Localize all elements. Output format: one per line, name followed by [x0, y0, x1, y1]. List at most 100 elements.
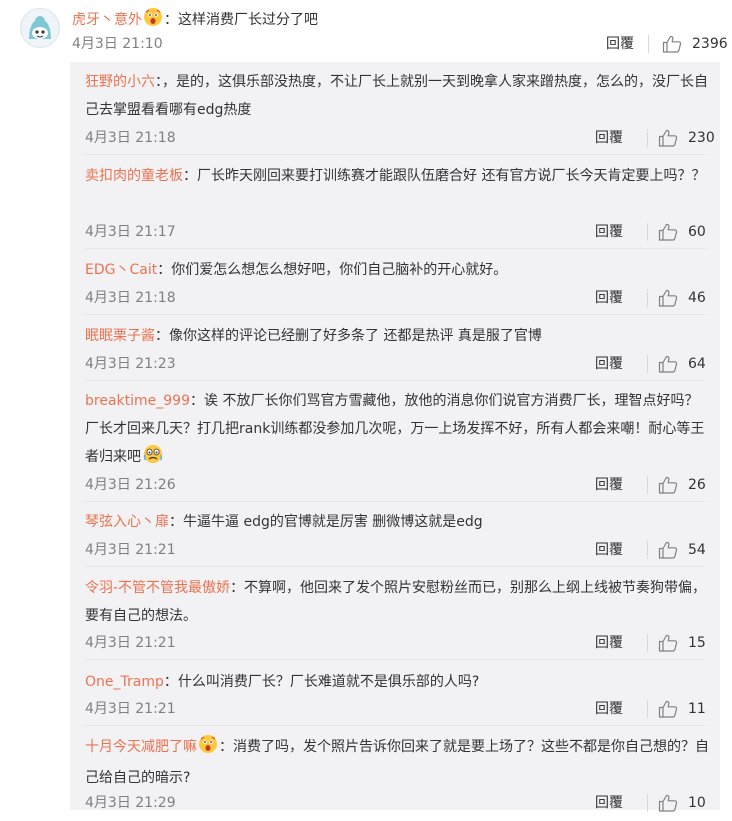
- reply-button[interactable]: 回覆: [595, 354, 623, 374]
- reply-text: ：你们爱怎么想怎么想好吧，你们自己脑补的开心就好。: [157, 262, 508, 278]
- reply-item: 卖扣肉的童老板：厂长昨天刚回来要打训练赛才能跟队伍磨合好 还有官方说厂长今天肯定…: [70, 162, 720, 250]
- timestamp: 4月3日 21:18: [85, 130, 176, 146]
- thumbs-up-icon: [658, 541, 678, 559]
- username-link[interactable]: breaktime_999: [85, 393, 190, 409]
- like-button[interactable]: 11: [658, 699, 706, 719]
- action-divider: [647, 476, 648, 494]
- avatar-image: [29, 16, 51, 39]
- action-divider: [647, 223, 648, 241]
- username-link[interactable]: One_Tramp: [85, 674, 164, 690]
- thumbs-up-icon: [658, 794, 678, 812]
- reply-item: 眠眠栗子酱：像你这样的评论已经删了好多条了 还都是热评 真是服了官博 4月3日 2…: [70, 322, 720, 382]
- like-button[interactable]: 64: [658, 354, 706, 374]
- username-link[interactable]: 狂野的小六: [85, 74, 155, 90]
- thumbs-up-icon: [658, 223, 678, 241]
- thumbs-up-icon: [662, 35, 682, 53]
- like-button[interactable]: 60: [658, 222, 706, 242]
- like-count: 230: [688, 130, 715, 146]
- like-count: 46: [688, 290, 706, 306]
- reply-divider: [85, 659, 705, 660]
- username-link[interactable]: EDG丶Cait: [85, 262, 157, 278]
- reply-text-line: 琴弦入心丶扉：牛逼牛逼 edg的官博就是厉害 删微博这就是edg: [85, 508, 710, 536]
- reply-text: ：牛逼牛逼 edg的官博就是厉害 删微博这就是edg: [169, 514, 483, 530]
- like-button[interactable]: 26: [658, 475, 706, 495]
- reply-text-line: One_Tramp：什么叫消费厂长？厂长难道就不是俱乐部的人吗?: [85, 668, 710, 696]
- crying-face-icon: [142, 444, 164, 474]
- reply-divider: [85, 248, 705, 249]
- reply-divider: [85, 725, 705, 726]
- timestamp: 4月3日 21:18: [85, 290, 176, 306]
- reply-text-line: EDG丶Cait：你们爱怎么想怎么想好吧，你们自己脑补的开心就好。: [85, 256, 710, 284]
- reply-text-line: 狂野的小六：，是的，这俱乐部没热度，不让厂长上就别一天到晚拿人家来蹭热度，怎么的…: [85, 68, 710, 124]
- username-link[interactable]: 琴弦入心丶扉: [85, 514, 169, 530]
- timestamp: 4月3日 21:10: [72, 36, 163, 52]
- username-link[interactable]: 卖扣肉的童老板: [85, 168, 183, 184]
- reply-text-line: 卖扣肉的童老板：厂长昨天刚回来要打训练赛才能跟队伍磨合好 还有官方说厂长今天肯定…: [85, 162, 710, 190]
- reply-item: 琴弦入心丶扉：牛逼牛逼 edg的官博就是厉害 删微博这就是edg 4月3日 21:…: [70, 508, 720, 568]
- username-link[interactable]: 十月今天减肥了嘛: [85, 739, 197, 755]
- like-button[interactable]: 54: [658, 540, 706, 560]
- action-divider: [647, 634, 648, 652]
- timestamp: 4月3日 21:21: [85, 542, 176, 558]
- reply-button[interactable]: 回覆: [595, 128, 623, 148]
- reply-item: 狂野的小六：，是的，这俱乐部没热度，不让厂长上就别一天到晚拿人家来蹭热度，怎么的…: [70, 68, 720, 156]
- reply-text: ：厂长昨天刚回来要打训练赛才能跟队伍磨合好 还有官方说厂长今天肯定要上吗？？: [183, 168, 706, 184]
- username-link[interactable]: 眠眠栗子酱: [85, 328, 155, 344]
- like-count: 15: [688, 635, 706, 651]
- like-count: 26: [688, 477, 706, 493]
- like-button[interactable]: 46: [658, 288, 706, 308]
- like-count: 60: [688, 224, 706, 240]
- timestamp: 4月3日 21:26: [85, 477, 176, 493]
- replies-panel: 狂野的小六：，是的，这俱乐部没热度，不让厂长上就别一天到晚拿人家来蹭热度，怎么的…: [70, 62, 720, 812]
- like-count: 11: [688, 701, 706, 717]
- reply-button[interactable]: 回覆: [595, 288, 623, 308]
- action-divider: [647, 355, 648, 373]
- like-button[interactable]: 15: [658, 633, 706, 653]
- like-button[interactable]: 2396: [662, 34, 728, 54]
- like-count: 54: [688, 542, 706, 558]
- reply-item: breaktime_999：诶 不放厂长你们骂官方雪藏他，放他的消息你们说官方消…: [70, 387, 720, 503]
- thumbs-up-icon: [658, 355, 678, 373]
- action-divider: [647, 289, 648, 307]
- like-button[interactable]: 230: [658, 128, 715, 148]
- thumbs-up-icon: [658, 634, 678, 652]
- thumbs-up-icon: [658, 476, 678, 494]
- reply-text-line: 眠眠栗子酱：像你这样的评论已经删了好多条了 还都是热评 真是服了官博: [85, 322, 710, 350]
- timestamp: 4月3日 21:21: [85, 701, 176, 717]
- action-divider: [647, 700, 648, 718]
- timestamp: 4月3日 21:17: [85, 224, 176, 240]
- surprised-face-icon: [143, 7, 163, 33]
- like-count: 2396: [692, 36, 728, 52]
- action-divider: [647, 794, 648, 812]
- reply-button[interactable]: 回覆: [606, 34, 634, 54]
- reply-button[interactable]: 回覆: [595, 699, 623, 719]
- timestamp: 4月3日 21:23: [85, 356, 176, 372]
- username-link[interactable]: 令羽-不管不管我最傲娇: [85, 580, 230, 596]
- username-link[interactable]: 虎牙丶意外: [72, 12, 142, 28]
- comment-text: ：这样消费厂长过分了吧: [164, 12, 318, 28]
- timestamp: 4月3日 21:29: [85, 795, 176, 811]
- reply-divider: [85, 154, 705, 155]
- reply-text-line: breaktime_999：诶 不放厂长你们骂官方雪藏他，放他的消息你们说官方消…: [85, 387, 710, 474]
- like-count: 10: [688, 795, 706, 811]
- reply-button[interactable]: 回覆: [595, 540, 623, 560]
- timestamp: 4月3日 21:21: [85, 635, 176, 651]
- main-comment: 虎牙丶意外 ：这样消费厂长过分了吧 4月3日 21:10 回覆 2396: [0, 0, 732, 62]
- reply-divider: [85, 314, 705, 315]
- reply-button[interactable]: 回覆: [595, 793, 623, 813]
- reply-item: 十月今天减肥了嘛 ：消费了吗，发个照片告诉你回来了就是要上场了？这些不都是你自己想…: [70, 733, 720, 821]
- reply-button[interactable]: 回覆: [595, 222, 623, 242]
- thumbs-up-icon: [658, 129, 678, 147]
- surprised-face-icon: [198, 734, 218, 764]
- reply-text: ：什么叫消费厂长？厂长难道就不是俱乐部的人吗?: [163, 674, 480, 690]
- action-divider: [648, 35, 649, 53]
- reply-text-line: 十月今天减肥了嘛 ：消费了吗，发个照片告诉你回来了就是要上场了？这些不都是你自己想…: [85, 733, 710, 792]
- reply-item: One_Tramp：什么叫消费厂长？厂长难道就不是俱乐部的人吗? 4月3日 21:…: [70, 668, 720, 727]
- like-count: 64: [688, 356, 706, 372]
- reply-button[interactable]: 回覆: [595, 475, 623, 495]
- like-button[interactable]: 10: [658, 793, 706, 813]
- reply-button[interactable]: 回覆: [595, 633, 623, 653]
- reply-item: EDG丶Cait：你们爱怎么想怎么想好吧，你们自己脑补的开心就好。 4月3日 21…: [70, 256, 720, 316]
- avatar[interactable]: [20, 8, 60, 48]
- reply-text: ：像你这样的评论已经删了好多条了 还都是热评 真是服了官博: [155, 328, 542, 344]
